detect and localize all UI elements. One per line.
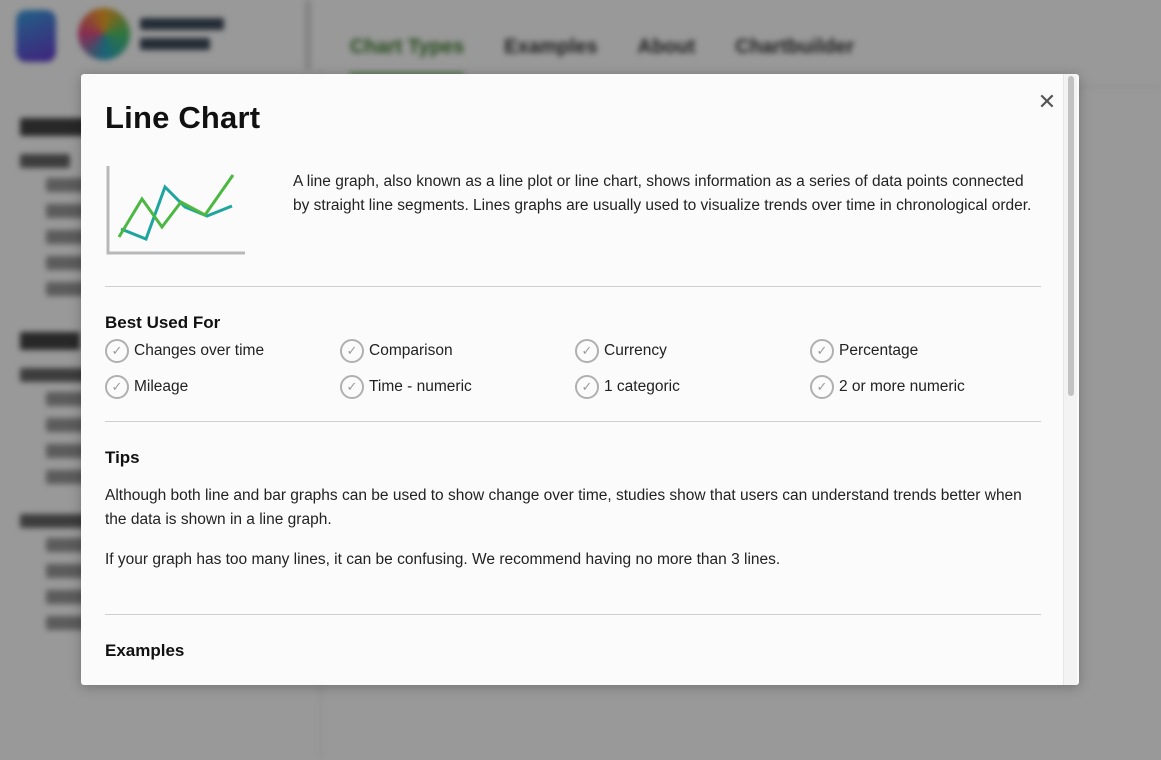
best-used-item: ✓ Percentage bbox=[810, 339, 1045, 363]
chart-type-modal: ✕ Line Chart A line graph, also known as… bbox=[81, 74, 1079, 685]
chart-icon-green-line bbox=[117, 174, 235, 238]
examples-heading: Examples bbox=[105, 641, 185, 660]
modal-content[interactable]: Line Chart A line graph, also known as a… bbox=[81, 74, 1063, 685]
modal-scrollbar[interactable] bbox=[1063, 74, 1077, 685]
best-used-item: ✓ Currency bbox=[575, 339, 810, 363]
best-used-for-heading: Best Used For bbox=[105, 313, 221, 332]
best-used-for-section: Best Used For ✓ Changes over time ✓ Compar… bbox=[105, 313, 1039, 399]
best-used-item: ✓ Mileage bbox=[105, 375, 340, 399]
tips-heading: Tips bbox=[105, 448, 140, 467]
line-chart-icon bbox=[106, 166, 245, 255]
check-circle-icon: ✓ bbox=[810, 375, 834, 399]
section-divider bbox=[105, 614, 1041, 615]
check-circle-icon: ✓ bbox=[340, 339, 364, 363]
best-used-item: ✓ 1 categoric bbox=[575, 375, 810, 399]
chart-icon-teal-line bbox=[120, 184, 233, 241]
tip-paragraph: Although both line and bar graphs can be… bbox=[105, 487, 1022, 528]
check-circle-icon: ✓ bbox=[105, 339, 129, 363]
best-used-for-list: ✓ Changes over time ✓ Comparison ✓ Currency… bbox=[105, 339, 1039, 399]
chart-description: A line graph, also known as a line plot … bbox=[293, 173, 1032, 214]
best-used-item: ✓ 2 or more numeric bbox=[810, 375, 1045, 399]
best-used-item: ✓ Comparison bbox=[340, 339, 575, 363]
best-used-item: ✓ Time - numeric bbox=[340, 375, 575, 399]
section-divider bbox=[105, 286, 1041, 287]
section-divider bbox=[105, 421, 1041, 422]
best-used-item: ✓ Changes over time bbox=[105, 339, 340, 363]
scrollbar-thumb[interactable] bbox=[1068, 76, 1074, 396]
examples-section: Examples bbox=[105, 641, 1039, 661]
check-circle-icon: ✓ bbox=[575, 375, 599, 399]
tip-paragraph: If your graph has too many lines, it can… bbox=[105, 551, 781, 568]
check-circle-icon: ✓ bbox=[575, 339, 599, 363]
tips-section: Tips Although both line and bar graphs c… bbox=[105, 448, 1039, 572]
intro-section: A line graph, also known as a line plot … bbox=[105, 166, 1039, 256]
check-circle-icon: ✓ bbox=[810, 339, 834, 363]
modal-title: Line Chart bbox=[105, 100, 261, 135]
check-circle-icon: ✓ bbox=[105, 375, 129, 399]
check-circle-icon: ✓ bbox=[340, 375, 364, 399]
